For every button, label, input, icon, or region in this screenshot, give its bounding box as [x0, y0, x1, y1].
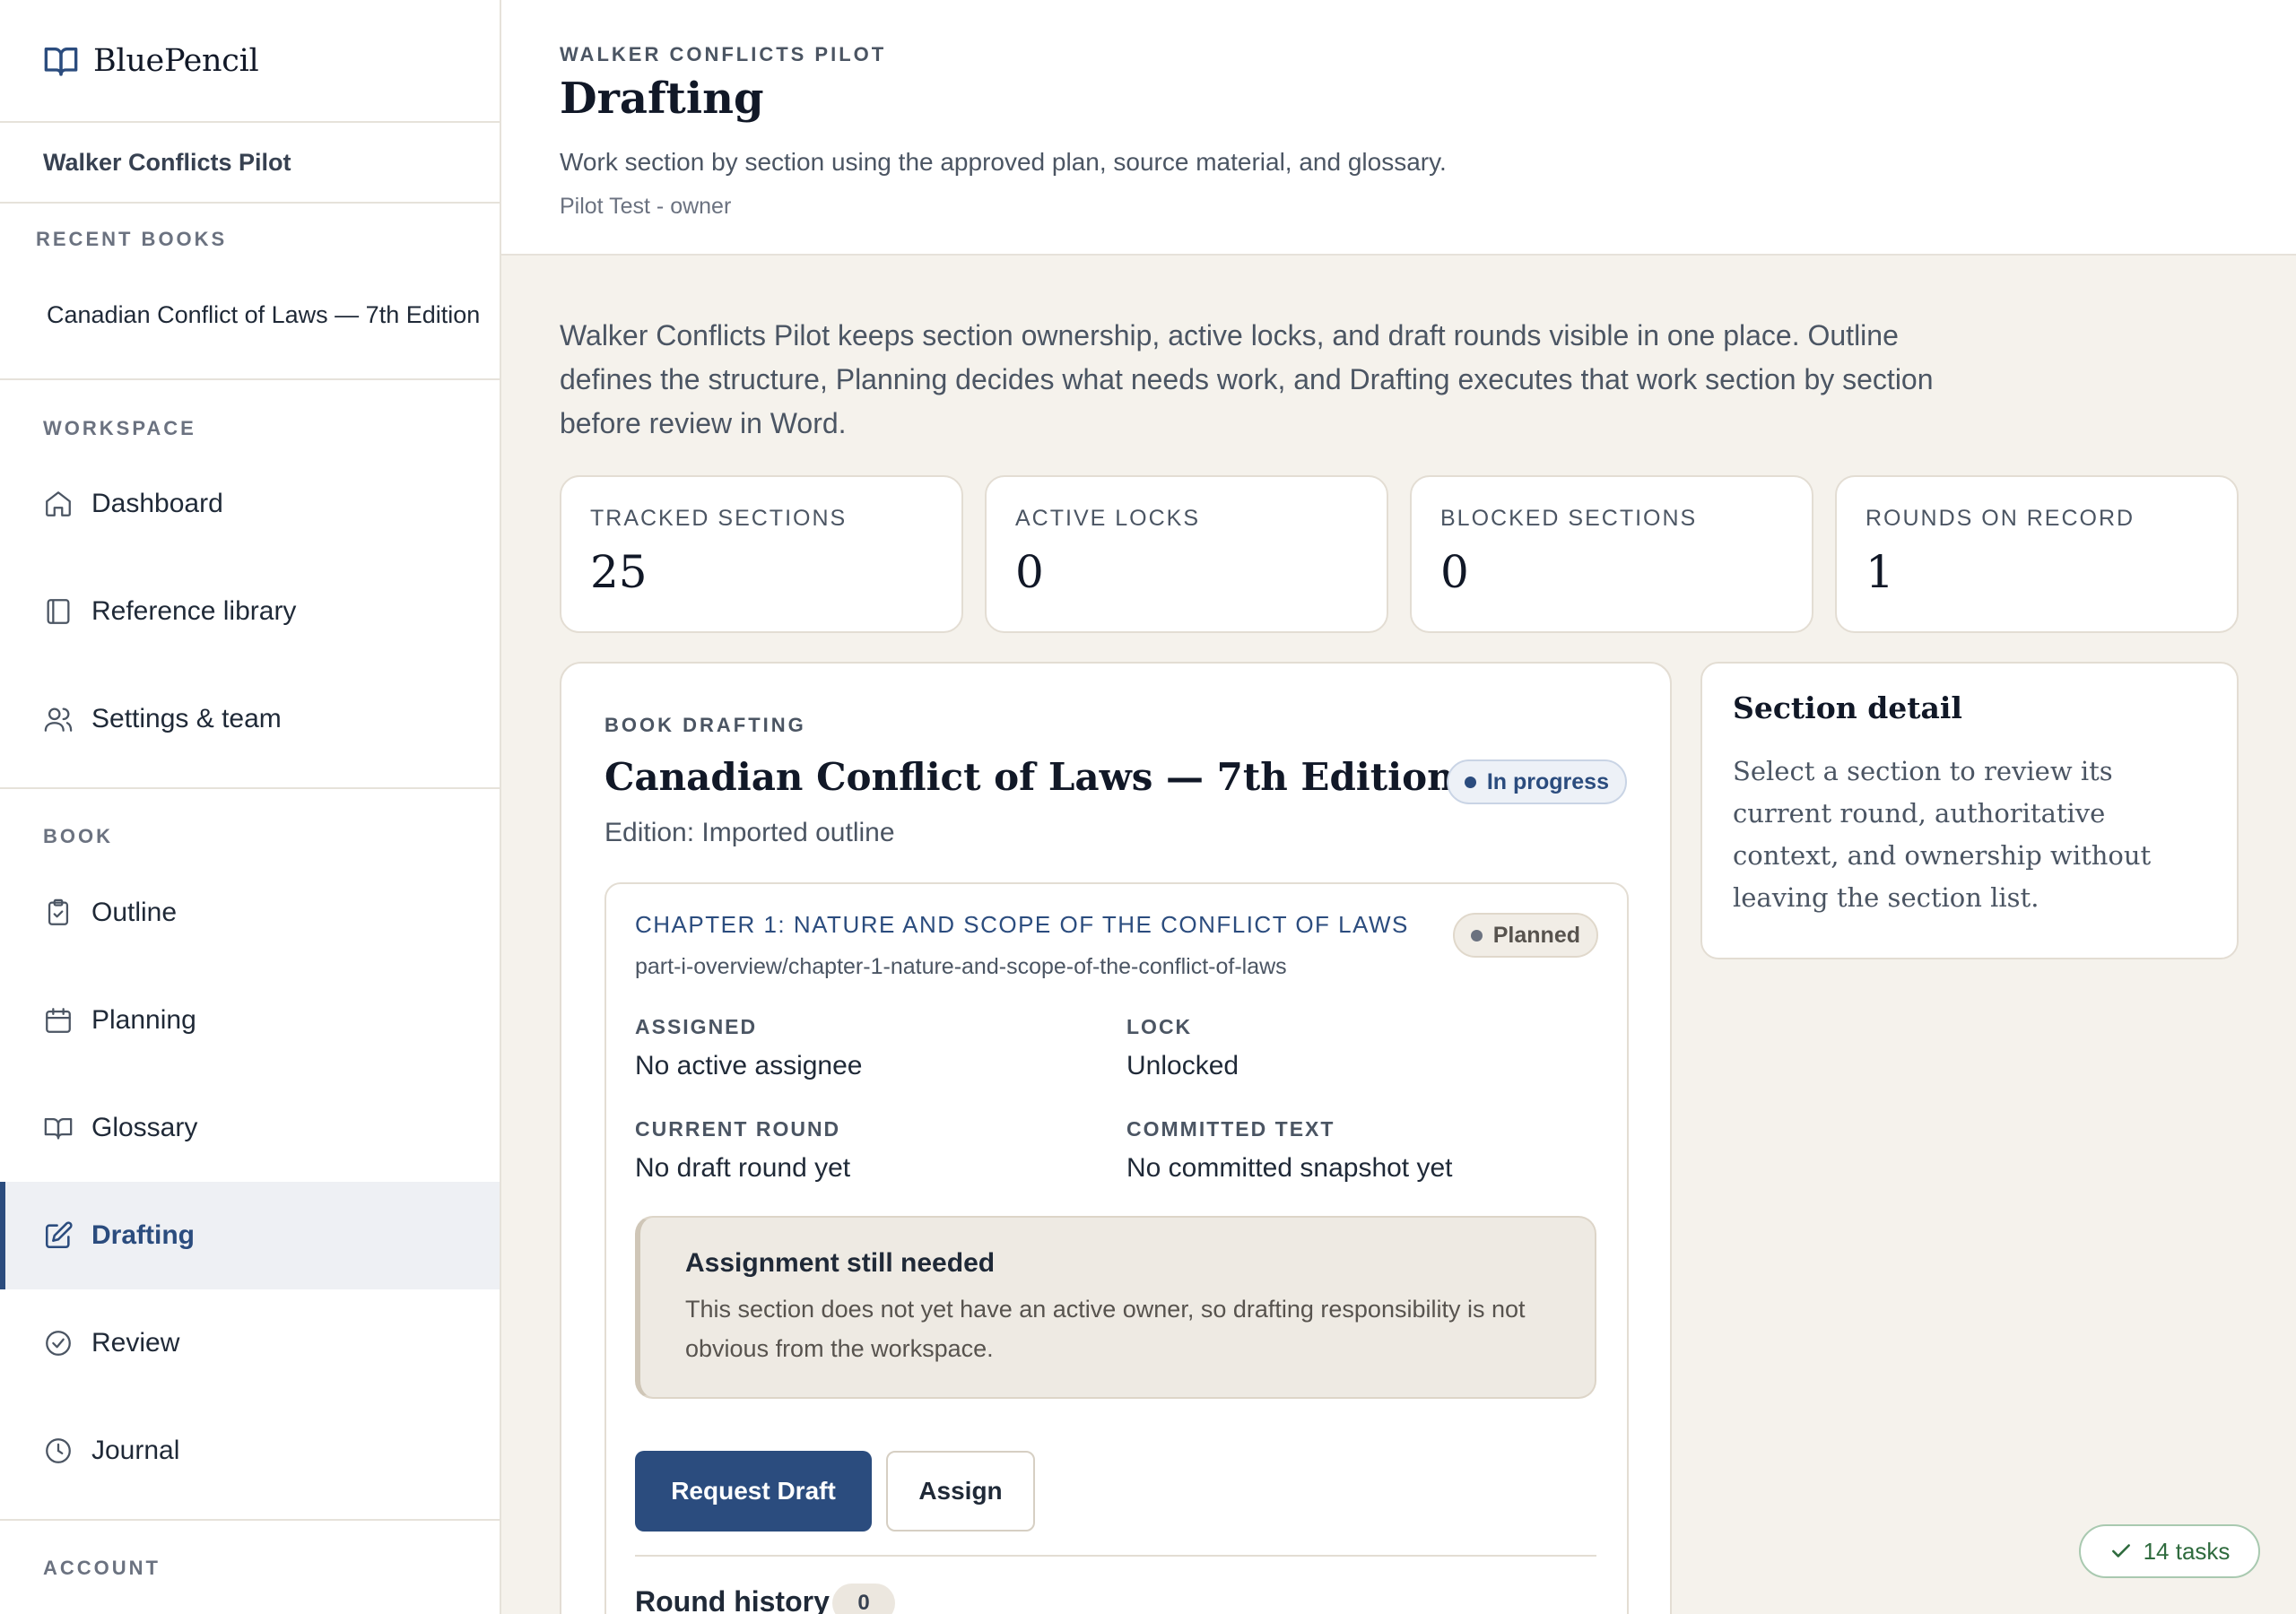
edit-icon	[43, 1220, 74, 1251]
chapter-title[interactable]: CHAPTER 1: NATURE AND SCOPE OF THE CONFL…	[635, 911, 1409, 939]
section-detail-text: Select a section to review its current r…	[1733, 756, 2152, 913]
nav-label: Glossary	[91, 1113, 198, 1142]
current-round-value: No draft round yet	[635, 1153, 851, 1183]
stat-rounds-on-record: ROUNDS ON RECORD 1	[1835, 475, 2239, 633]
open-book-logo-icon	[43, 43, 79, 79]
round-history-count: 0	[832, 1584, 895, 1614]
clipboard-icon	[43, 898, 74, 928]
panel-eyebrow: BOOK DRAFTING	[604, 714, 806, 736]
notice-title: Assignment still needed	[685, 1248, 996, 1278]
stat-active-locks: ACTIVE LOCKS 0	[985, 475, 1388, 633]
tasks-label: 14 tasks	[2143, 1537, 2231, 1565]
book-icon	[43, 596, 74, 627]
divider	[0, 787, 501, 789]
committed-text-label: COMMITTED TEXT	[1126, 1117, 1335, 1141]
stat-value: 0	[1015, 546, 1044, 598]
nav-label: Reference library	[91, 596, 297, 626]
nav-settings-team[interactable]: Settings & team	[0, 665, 500, 773]
nav-label: Dashboard	[91, 489, 223, 518]
check-icon	[2109, 1540, 2133, 1563]
check-circle-icon	[43, 1328, 74, 1358]
page-eyebrow: WALKER CONFLICTS PILOT	[560, 43, 887, 65]
current-round-label: CURRENT ROUND	[635, 1117, 841, 1141]
book-label: BOOK	[43, 825, 113, 847]
sidebar: BluePencil Walker Conflicts Pilot RECENT…	[0, 0, 501, 1614]
project-selector[interactable]: Walker Conflicts Pilot	[0, 123, 500, 204]
chapter-card[interactable]: CHAPTER 1: NATURE AND SCOPE OF THE CONFL…	[604, 882, 1629, 1614]
status-dot-icon	[1470, 929, 1483, 941]
nav-reference-library[interactable]: Reference library	[0, 558, 500, 665]
calendar-icon	[43, 1005, 74, 1036]
nav-glossary[interactable]: Glossary	[0, 1074, 500, 1182]
chapter-status-badge: Planned	[1452, 913, 1598, 958]
nav-outline[interactable]: Outline	[0, 859, 500, 967]
lock-value: Unlocked	[1126, 1051, 1239, 1080]
stat-blocked-sections: BLOCKED SECTIONS 0	[1410, 475, 1813, 633]
recent-book-item[interactable]: Canadian Conflict of Laws — 7th Edition	[47, 301, 480, 329]
clock-icon	[43, 1436, 74, 1466]
open-book-icon	[43, 1113, 74, 1143]
section-detail-card: Section detail Select a section to revie…	[1700, 662, 2239, 959]
stat-value: 1	[1866, 546, 1894, 598]
status-text: In progress	[1486, 768, 1609, 794]
page-header: WALKER CONFLICTS PILOT Drafting Work sec…	[501, 0, 2296, 256]
stat-value: 25	[590, 546, 648, 598]
nav-journal[interactable]: Journal	[0, 1397, 500, 1505]
committed-text-value: No committed snapshot yet	[1126, 1153, 1453, 1183]
intro-text: Walker Conflicts Pilot keeps section own…	[560, 319, 1934, 439]
lock-label: LOCK	[1126, 1015, 1193, 1038]
divider	[0, 1519, 501, 1521]
stat-tracked-sections: TRACKED SECTIONS 25	[560, 475, 963, 633]
brand[interactable]: BluePencil	[0, 0, 500, 123]
book-edition: Edition: Imported outline	[604, 818, 895, 847]
recent-books-label: RECENT BOOKS	[36, 228, 228, 250]
nav-dashboard[interactable]: Dashboard	[0, 450, 500, 558]
brand-name: BluePencil	[93, 42, 259, 79]
nav-planning[interactable]: Planning	[0, 967, 500, 1074]
round-history-title[interactable]: Round history	[635, 1585, 830, 1614]
nav-label: Outline	[91, 898, 178, 927]
nav-label: Settings & team	[91, 704, 282, 733]
nav-review[interactable]: Review	[0, 1289, 500, 1397]
account-label: ACCOUNT	[43, 1557, 161, 1579]
assigned-label: ASSIGNED	[635, 1015, 758, 1038]
divider	[0, 378, 501, 380]
stat-label: BLOCKED SECTIONS	[1440, 506, 1698, 531]
nav-drafting[interactable]: Drafting	[0, 1182, 500, 1289]
book-title: Canadian Conflict of Laws — 7th Edition	[604, 755, 1455, 799]
tasks-button[interactable]: 14 tasks	[2079, 1524, 2260, 1578]
assign-button[interactable]: Assign	[886, 1451, 1035, 1532]
notice-text: This section does not yet have an active…	[685, 1296, 1526, 1362]
nav-label: Planning	[91, 1005, 196, 1035]
page-subtitle: Work section by section using the approv…	[560, 148, 1447, 176]
nav-label: Drafting	[91, 1220, 195, 1250]
nav-label: Journal	[91, 1436, 180, 1465]
stat-label: ACTIVE LOCKS	[1015, 506, 1200, 531]
chapter-path: part-i-overview/chapter-1-nature-and-sco…	[635, 954, 1287, 979]
stat-value: 0	[1440, 546, 1469, 598]
status-badge: In progress	[1446, 759, 1627, 804]
section-detail-title: Section detail	[1733, 690, 1962, 725]
nav-label: Review	[91, 1328, 180, 1358]
users-icon	[43, 704, 74, 734]
home-icon	[43, 489, 74, 519]
stat-label: TRACKED SECTIONS	[590, 506, 848, 531]
request-draft-button[interactable]: Request Draft	[635, 1451, 872, 1532]
page-title: Drafting	[560, 74, 764, 124]
current-user: Pilot Test - owner	[560, 194, 732, 219]
stat-label: ROUNDS ON RECORD	[1866, 506, 2135, 531]
book-drafting-panel: BOOK DRAFTING Canadian Conflict of Laws …	[560, 662, 1672, 1614]
assigned-value: No active assignee	[635, 1051, 863, 1080]
workspace-label: WORKSPACE	[43, 417, 196, 439]
assignment-notice: Assignment still needed This section doe…	[635, 1216, 1596, 1399]
status-text: Planned	[1492, 922, 1580, 948]
status-dot-icon	[1464, 776, 1476, 788]
divider	[635, 1555, 1596, 1557]
